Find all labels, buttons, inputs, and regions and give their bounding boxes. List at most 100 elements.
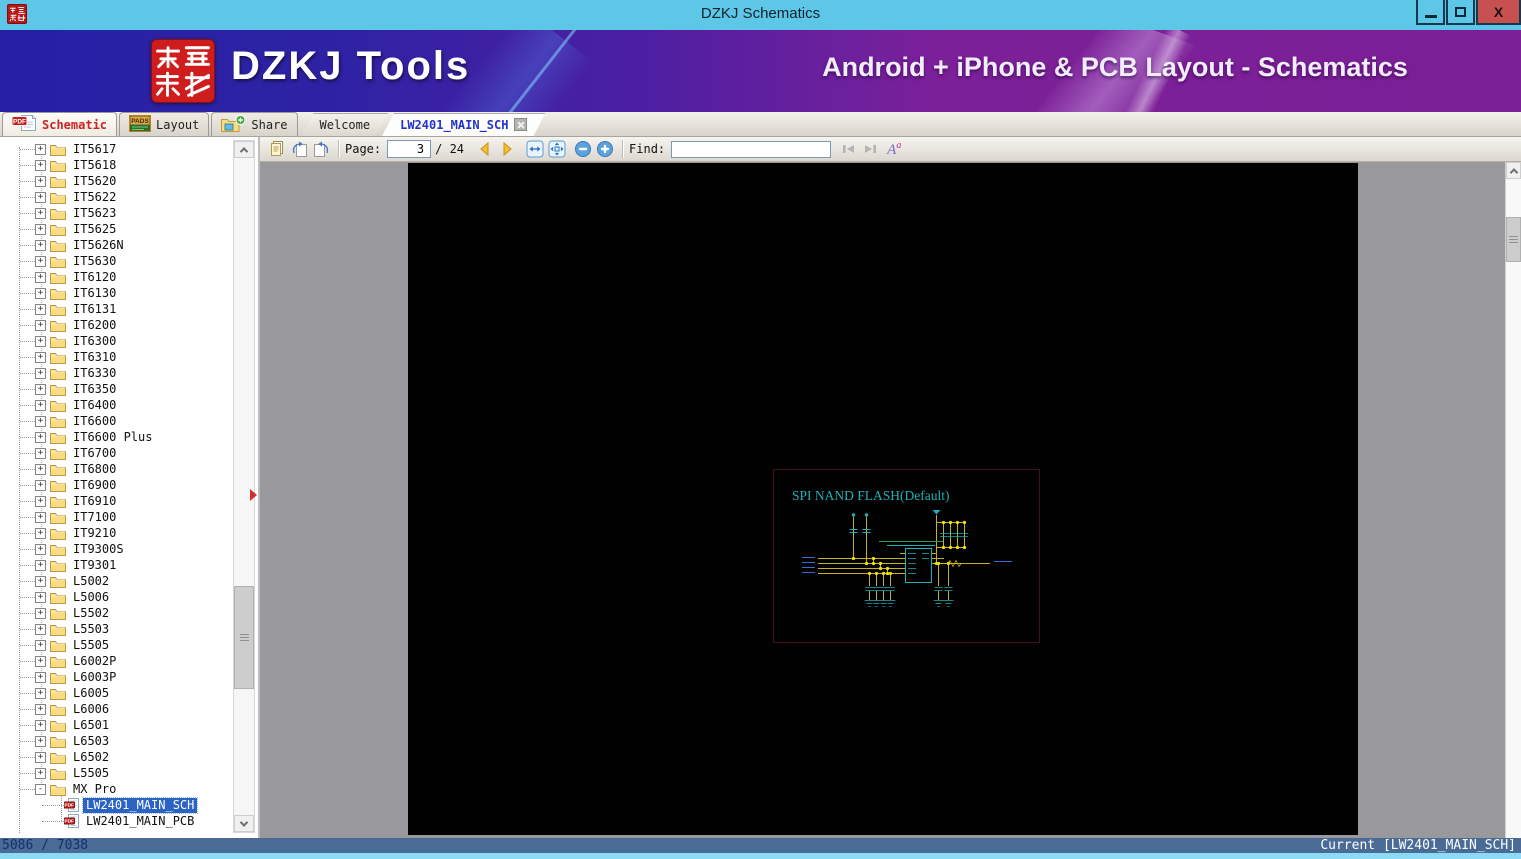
tab-schematic[interactable]: PDF Schematic <box>2 112 117 136</box>
tree-item-label[interactable]: L6003P <box>70 670 119 685</box>
tree-item-label[interactable]: IT6310 <box>70 350 119 365</box>
expand-toggle-icon[interactable]: + <box>35 240 46 251</box>
zoom-out-button[interactable] <box>572 139 594 159</box>
tree-item-label[interactable]: IT5623 <box>70 206 119 221</box>
tree-item-label[interactable]: IT6700 <box>70 446 119 461</box>
tree-item-label[interactable]: L6002P <box>70 654 119 669</box>
tree-row[interactable]: + IT6600 Plus <box>0 429 232 445</box>
tree-row[interactable]: + L5505 <box>0 765 232 781</box>
tree-item-label[interactable]: IT6120 <box>70 270 119 285</box>
scroll-down-button[interactable] <box>234 815 254 832</box>
close-button[interactable]: X <box>1476 0 1521 25</box>
tree-row[interactable]: PDF LW2401_MAIN_PCB <box>0 813 232 829</box>
tree-row[interactable]: + IT6800 <box>0 461 232 477</box>
scrollbar-thumb[interactable] <box>234 586 254 689</box>
expand-toggle-icon[interactable]: + <box>35 640 46 651</box>
expand-toggle-icon[interactable]: + <box>35 176 46 187</box>
expand-toggle-icon[interactable]: + <box>35 448 46 459</box>
tree-row[interactable]: + L5002 <box>0 573 232 589</box>
expand-toggle-icon[interactable]: + <box>35 672 46 683</box>
maximize-button[interactable] <box>1446 0 1475 25</box>
tree-item-label[interactable]: IT5626N <box>70 238 127 253</box>
scroll-up-button[interactable] <box>234 141 254 158</box>
tree-item-label[interactable]: IT5620 <box>70 174 119 189</box>
copy-page-button[interactable] <box>266 139 288 159</box>
tree-item-label[interactable]: L5505 <box>70 766 112 781</box>
expand-toggle-icon[interactable]: + <box>35 160 46 171</box>
next-page-button[interactable] <box>496 139 518 159</box>
tree-item-label[interactable]: L6503 <box>70 734 112 749</box>
find-next-button[interactable] <box>859 139 881 159</box>
tree-item-label[interactable]: L6006 <box>70 702 112 717</box>
tab-share[interactable]: Share <box>211 112 297 136</box>
expand-toggle-icon[interactable]: + <box>35 384 46 395</box>
prev-page-button[interactable] <box>474 139 496 159</box>
expand-toggle-icon[interactable]: + <box>35 704 46 715</box>
tree-item-label[interactable]: LW2401_MAIN_SCH <box>83 798 197 813</box>
doc-tab-welcome[interactable]: Welcome <box>302 113 389 136</box>
tree-row[interactable]: + IT5623 <box>0 205 232 221</box>
tree-item-label[interactable]: IT6900 <box>70 478 119 493</box>
tree-item-label[interactable]: IT6131 <box>70 302 119 317</box>
tree-row[interactable]: + IT7100 <box>0 509 232 525</box>
rotate-left-button[interactable] <box>288 139 310 159</box>
match-case-button[interactable]: Aa <box>887 139 901 159</box>
doc-tab-lw2401_main_sch[interactable]: LW2401_MAIN_SCH <box>382 113 545 136</box>
schematic-page[interactable]: SPI NAND FLASH(Default) <box>408 163 1358 835</box>
tree-row[interactable]: + IT6900 <box>0 477 232 493</box>
tree-item-label[interactable]: L5502 <box>70 606 112 621</box>
tree-row[interactable]: + IT5617 <box>0 141 232 157</box>
tree-row[interactable]: + L5505 <box>0 637 232 653</box>
expand-toggle-icon[interactable]: + <box>35 480 46 491</box>
tree-row[interactable]: + L6005 <box>0 685 232 701</box>
tree-item-label[interactable]: IT6910 <box>70 494 119 509</box>
expand-toggle-icon[interactable]: + <box>35 592 46 603</box>
tree-item-label[interactable]: L5006 <box>70 590 112 605</box>
tree-row[interactable]: + IT5626N <box>0 237 232 253</box>
tree-row[interactable]: + IT6700 <box>0 445 232 461</box>
tree-row[interactable]: PDF LW2401_MAIN_SCH <box>0 797 232 813</box>
tree-row[interactable]: + IT6350 <box>0 381 232 397</box>
tree-item-label[interactable]: IT5625 <box>70 222 119 237</box>
tree-row[interactable]: + IT5618 <box>0 157 232 173</box>
tree-item-label[interactable]: IT6200 <box>70 318 119 333</box>
find-input[interactable] <box>671 141 831 158</box>
minimize-button[interactable] <box>1416 0 1445 25</box>
tree-item-label[interactable]: MX Pro <box>70 782 119 797</box>
tree-row[interactable]: + L6503 <box>0 733 232 749</box>
tree-row[interactable]: + IT6910 <box>0 493 232 509</box>
tree-row[interactable]: + IT6400 <box>0 397 232 413</box>
tree-row[interactable]: + L5502 <box>0 605 232 621</box>
splitter-collapse-icon[interactable] <box>250 489 257 501</box>
tree-row[interactable]: + L6502 <box>0 749 232 765</box>
tree-row[interactable]: + IT6600 <box>0 413 232 429</box>
tree-row[interactable]: + IT6120 <box>0 269 232 285</box>
fit-page-button[interactable] <box>546 139 568 159</box>
pdf-viewer[interactable]: SPI NAND FLASH(Default) <box>260 162 1521 838</box>
scroll-up-button[interactable] <box>1506 162 1521 179</box>
tree-item-label[interactable]: IT7100 <box>70 510 119 525</box>
tree-row[interactable]: + IT5630 <box>0 253 232 269</box>
tree-row[interactable]: + IT9300S <box>0 541 232 557</box>
tree-row[interactable]: + L6501 <box>0 717 232 733</box>
tree-row[interactable]: + IT6310 <box>0 349 232 365</box>
expand-toggle-icon[interactable]: + <box>35 544 46 555</box>
expand-toggle-icon[interactable]: + <box>35 768 46 779</box>
tree-item-label[interactable]: IT5618 <box>70 158 119 173</box>
page-number-input[interactable] <box>387 140 431 158</box>
zoom-in-button[interactable] <box>594 139 616 159</box>
tab-layout[interactable]: PADS Layout <box>119 112 209 136</box>
expand-toggle-icon[interactable]: + <box>35 608 46 619</box>
tree-item-label[interactable]: IT6350 <box>70 382 119 397</box>
tree-item-label[interactable]: IT6330 <box>70 366 119 381</box>
expand-toggle-icon[interactable]: + <box>35 208 46 219</box>
expand-toggle-icon[interactable]: + <box>35 656 46 667</box>
tree-row[interactable]: + IT9301 <box>0 557 232 573</box>
tree-item-label[interactable]: IT9210 <box>70 526 119 541</box>
tree-item-label[interactable]: L5002 <box>70 574 112 589</box>
expand-toggle-icon[interactable]: + <box>35 496 46 507</box>
expand-toggle-icon[interactable]: + <box>35 224 46 235</box>
expand-toggle-icon[interactable]: + <box>35 528 46 539</box>
tree-item-label[interactable]: IT9301 <box>70 558 119 573</box>
expand-toggle-icon[interactable]: + <box>35 288 46 299</box>
